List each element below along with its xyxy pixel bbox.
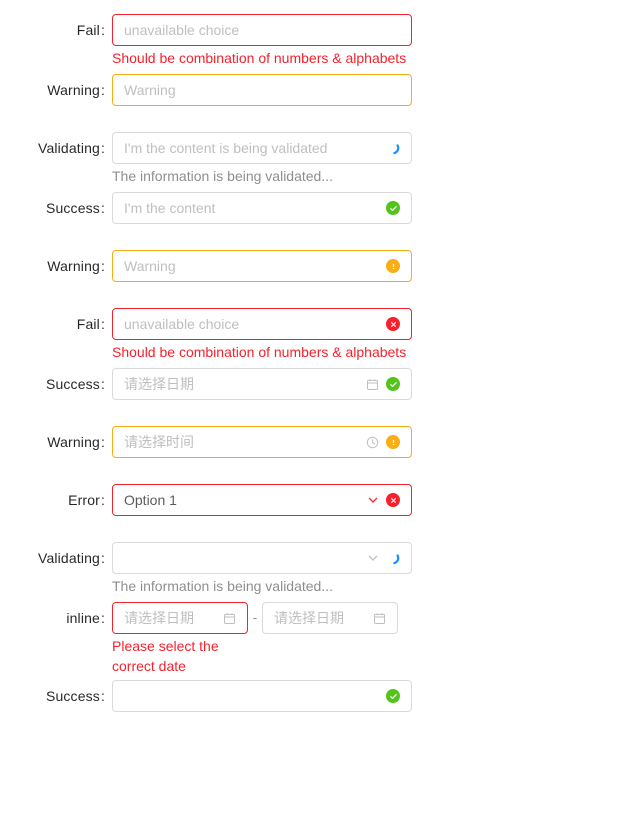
warning-input-plain-placeholder: Warning xyxy=(124,75,400,105)
form-row-warning-timepicker: Warning: 请选择时间 xyxy=(0,426,639,458)
form-row-error-select: Error: Option 1 xyxy=(0,484,639,516)
success-input-placeholder: I'm the content xyxy=(124,193,380,223)
form-row-fail-input-icon: Fail: unavailable choice Should be combi… xyxy=(0,308,639,364)
form-row-warning-input-icon: Warning: Warning xyxy=(0,250,639,282)
daterange-end-placeholder: 请选择日期 xyxy=(274,603,367,633)
field-label-validating-select: Validating: xyxy=(0,542,112,574)
error-select-value: Option 1 xyxy=(124,485,361,515)
fail-input-icon[interactable]: unavailable choice xyxy=(112,308,412,340)
field-label-success-datepicker: Success: xyxy=(0,368,112,400)
close-circle-icon xyxy=(386,317,400,331)
field-label-validating-input: Validating: xyxy=(0,132,112,164)
check-circle-icon xyxy=(386,201,400,215)
field-label-error-select: Error: xyxy=(0,484,112,516)
daterange-separator: - xyxy=(248,602,262,634)
fail-input-help: Should be combination of numbers & alpha… xyxy=(112,46,412,70)
field-label-fail: Fail: xyxy=(0,14,112,46)
validating-select[interactable] xyxy=(112,542,412,574)
form-row-validating-input: Validating: I'm the content is being val… xyxy=(0,132,639,188)
fail-input-icon-placeholder: unavailable choice xyxy=(124,309,380,339)
field-label-warning-timepicker: Warning: xyxy=(0,426,112,458)
validating-input[interactable]: I'm the content is being validated xyxy=(112,132,412,164)
form-row-fail-input: Fail: unavailable choice Should be combi… xyxy=(0,14,639,70)
form-row-inline-daterange: inline: 请选择日期 xyxy=(0,602,639,676)
form-row-success-empty-input: Success: xyxy=(0,680,639,712)
exclamation-circle-icon xyxy=(386,435,400,449)
clock-icon[interactable] xyxy=(366,436,379,449)
success-input[interactable]: I'm the content xyxy=(112,192,412,224)
check-circle-icon xyxy=(386,377,400,391)
form-row-success-input: Success: I'm the content xyxy=(0,192,639,224)
success-empty-input[interactable] xyxy=(112,680,412,712)
loading-spinner-icon xyxy=(386,551,400,565)
field-label-success-empty: Success: xyxy=(0,680,112,712)
validating-input-help: The information is being validated... xyxy=(112,164,412,188)
success-datepicker-placeholder: 请选择日期 xyxy=(124,369,360,399)
loading-spinner-icon xyxy=(386,141,400,155)
calendar-icon[interactable] xyxy=(223,612,236,625)
form-row-warning-input-plain: Warning: Warning xyxy=(0,74,639,106)
validating-input-placeholder: I'm the content is being validated xyxy=(124,133,380,163)
warning-input-icon[interactable]: Warning xyxy=(112,250,412,282)
field-label-fail-icon: Fail: xyxy=(0,308,112,340)
daterange-start-placeholder: 请选择日期 xyxy=(124,603,217,633)
field-label-success-input: Success: xyxy=(0,192,112,224)
inline-daterange-help: Please select the correct date xyxy=(112,634,262,676)
fail-input[interactable]: unavailable choice xyxy=(112,14,412,46)
field-label-warning-plain: Warning: xyxy=(0,74,112,106)
chevron-down-icon[interactable] xyxy=(367,552,379,564)
daterange-start-input[interactable]: 请选择日期 xyxy=(112,602,248,634)
warning-timepicker-placeholder: 请选择时间 xyxy=(124,427,360,457)
fail-input-icon-help: Should be combination of numbers & alpha… xyxy=(112,340,412,364)
warning-input-plain[interactable]: Warning xyxy=(112,74,412,106)
form-row-validating-select: Validating: The information is being val… xyxy=(0,542,639,598)
check-circle-icon xyxy=(386,689,400,703)
inline-daterange: 请选择日期 - 请选择日期 xyxy=(112,602,412,634)
calendar-icon[interactable] xyxy=(373,612,386,625)
validation-form: Fail: unavailable choice Should be combi… xyxy=(0,0,639,712)
form-row-success-datepicker: Success: 请选择日期 xyxy=(0,368,639,400)
field-label-inline: inline: xyxy=(0,602,112,634)
warning-timepicker[interactable]: 请选择时间 xyxy=(112,426,412,458)
close-circle-icon xyxy=(386,493,400,507)
warning-input-icon-placeholder: Warning xyxy=(124,251,380,281)
field-label-warning-icon: Warning: xyxy=(0,250,112,282)
validating-select-help: The information is being validated... xyxy=(112,574,412,598)
fail-input-placeholder: unavailable choice xyxy=(124,15,400,45)
exclamation-circle-icon xyxy=(386,259,400,273)
calendar-icon[interactable] xyxy=(366,378,379,391)
error-select[interactable]: Option 1 xyxy=(112,484,412,516)
success-datepicker[interactable]: 请选择日期 xyxy=(112,368,412,400)
chevron-down-icon[interactable] xyxy=(367,494,379,506)
daterange-end-input[interactable]: 请选择日期 xyxy=(262,602,398,634)
